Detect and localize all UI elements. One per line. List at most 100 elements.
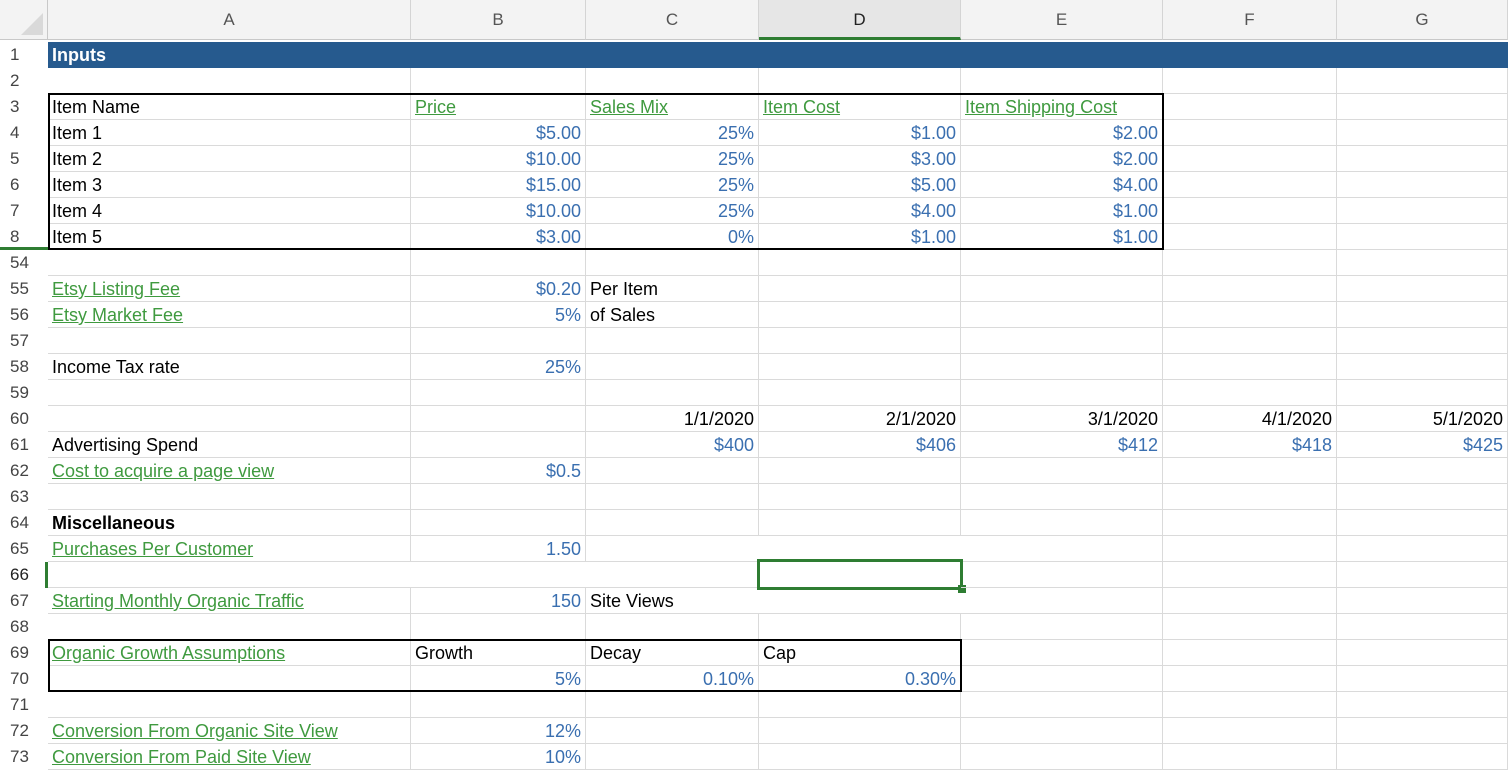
growth-value[interactable]: 5% xyxy=(411,666,586,692)
cell[interactable] xyxy=(411,432,586,458)
row-header[interactable]: 70 xyxy=(0,666,48,692)
organic-conversion-label[interactable]: Conversion From Organic Site View xyxy=(48,718,411,744)
cell[interactable] xyxy=(411,614,586,640)
cell[interactable] xyxy=(1163,692,1337,718)
cell[interactable] xyxy=(1163,718,1337,744)
miscellaneous-heading[interactable]: Miscellaneous xyxy=(48,510,411,536)
row-header[interactable]: 2 xyxy=(0,68,48,94)
cell[interactable] xyxy=(411,484,586,510)
cell[interactable] xyxy=(961,354,1163,380)
item-mix-cell[interactable]: 25% xyxy=(586,172,759,198)
cell[interactable] xyxy=(1337,718,1508,744)
cell[interactable] xyxy=(759,744,961,770)
item-cost-header[interactable]: Item Cost xyxy=(759,94,961,120)
cell[interactable] xyxy=(961,640,1163,666)
cell[interactable] xyxy=(759,510,961,536)
row-header[interactable]: 64 xyxy=(0,510,48,536)
item-name-cell[interactable]: Item 3 xyxy=(48,172,411,198)
cell[interactable] xyxy=(586,562,759,588)
ad-spend-cell[interactable]: $425 xyxy=(1337,432,1508,458)
cell[interactable] xyxy=(1337,510,1508,536)
cell[interactable] xyxy=(1163,484,1337,510)
row-header[interactable]: 4 xyxy=(0,120,48,146)
cell[interactable] xyxy=(1163,380,1337,406)
item-price-cell[interactable]: $5.00 xyxy=(411,120,586,146)
cell[interactable] xyxy=(961,302,1163,328)
date-cell[interactable]: 1/1/2020 xyxy=(586,406,759,432)
cell[interactable] xyxy=(411,510,586,536)
cell[interactable] xyxy=(1163,510,1337,536)
cell[interactable] xyxy=(961,510,1163,536)
cell[interactable] xyxy=(1163,198,1337,224)
row-header-selected[interactable]: 66 xyxy=(0,562,48,588)
active-cell-d66[interactable] xyxy=(757,559,966,593)
row-header[interactable]: 72 xyxy=(0,718,48,744)
cell[interactable] xyxy=(961,250,1163,276)
cell[interactable] xyxy=(586,458,759,484)
item-name-cell[interactable]: Item 2 xyxy=(48,146,411,172)
row-header[interactable]: 62 xyxy=(0,458,48,484)
cost-per-page-view-label[interactable]: Cost to acquire a page view xyxy=(48,458,411,484)
cell[interactable] xyxy=(1163,146,1337,172)
cell[interactable] xyxy=(586,510,759,536)
cell[interactable] xyxy=(1163,302,1337,328)
cell[interactable] xyxy=(961,718,1163,744)
purchases-per-customer-label[interactable]: Purchases Per Customer xyxy=(48,536,411,562)
cell[interactable] xyxy=(759,250,961,276)
decay-value[interactable]: 0.10% xyxy=(586,666,759,692)
row-header[interactable]: 73 xyxy=(0,744,48,770)
cell[interactable] xyxy=(961,458,1163,484)
cell[interactable] xyxy=(48,484,411,510)
cell[interactable] xyxy=(1163,120,1337,146)
cell[interactable] xyxy=(48,562,411,588)
column-header-e[interactable]: E xyxy=(961,0,1163,40)
ad-spend-cell[interactable]: $400 xyxy=(586,432,759,458)
cell[interactable] xyxy=(961,692,1163,718)
row-header[interactable]: 58 xyxy=(0,354,48,380)
cell[interactable] xyxy=(1337,614,1508,640)
cell[interactable] xyxy=(1163,588,1337,614)
cell[interactable] xyxy=(586,718,759,744)
item-ship-cell[interactable]: $4.00 xyxy=(961,172,1163,198)
cell[interactable] xyxy=(1337,328,1508,354)
cell[interactable] xyxy=(1163,744,1337,770)
row-header[interactable]: 67 xyxy=(0,588,48,614)
cell[interactable] xyxy=(759,354,961,380)
cell[interactable] xyxy=(1163,536,1337,562)
row-header[interactable]: 69 xyxy=(0,640,48,666)
cell[interactable] xyxy=(586,692,759,718)
decay-header[interactable]: Decay xyxy=(586,640,759,666)
cost-per-page-view-value[interactable]: $0.5 xyxy=(411,458,586,484)
cell[interactable] xyxy=(411,380,586,406)
row-header[interactable]: 5 xyxy=(0,146,48,172)
cell[interactable] xyxy=(1163,614,1337,640)
cell[interactable] xyxy=(1337,458,1508,484)
cell[interactable] xyxy=(1337,588,1508,614)
cell[interactable] xyxy=(759,68,961,94)
item-name-header[interactable]: Item Name xyxy=(48,94,411,120)
column-header-a[interactable]: A xyxy=(48,0,411,40)
cell[interactable] xyxy=(759,692,961,718)
cell[interactable] xyxy=(48,250,411,276)
row-header[interactable]: 55 xyxy=(0,276,48,302)
item-cost-cell[interactable]: $4.00 xyxy=(759,198,961,224)
cap-value[interactable]: 0.30% xyxy=(759,666,961,692)
cell[interactable] xyxy=(759,380,961,406)
item-name-cell[interactable]: Item 4 xyxy=(48,198,411,224)
inputs-banner[interactable]: Inputs xyxy=(48,42,1508,68)
cell[interactable] xyxy=(411,250,586,276)
cell[interactable] xyxy=(48,614,411,640)
item-name-cell[interactable]: Item 5 xyxy=(48,224,411,250)
cell[interactable] xyxy=(961,328,1163,354)
etsy-listing-fee-label[interactable]: Etsy Listing Fee xyxy=(48,276,411,302)
item-ship-cell[interactable]: $2.00 xyxy=(961,120,1163,146)
row-header[interactable]: 68 xyxy=(0,614,48,640)
cell[interactable] xyxy=(1163,250,1337,276)
purchases-per-customer-value[interactable]: 1.50 xyxy=(411,536,586,562)
cell[interactable] xyxy=(1337,484,1508,510)
cell[interactable] xyxy=(1163,172,1337,198)
cell[interactable] xyxy=(759,328,961,354)
cell[interactable] xyxy=(48,328,411,354)
organic-traffic-value[interactable]: 150 xyxy=(411,588,586,614)
item-ship-cell[interactable]: $1.00 xyxy=(961,198,1163,224)
